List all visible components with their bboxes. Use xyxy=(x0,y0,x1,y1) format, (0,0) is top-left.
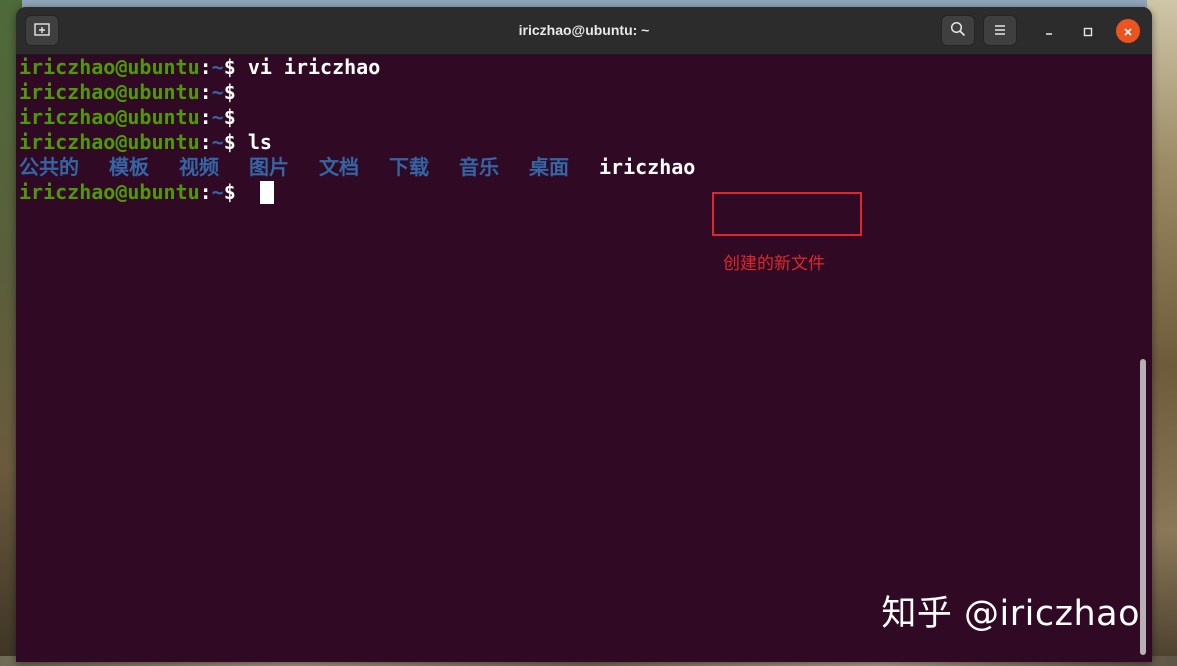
close-icon xyxy=(1123,22,1133,41)
scrollbar[interactable] xyxy=(1140,359,1146,655)
maximize-button[interactable] xyxy=(1076,19,1100,43)
close-button[interactable] xyxy=(1116,19,1140,43)
terminal-line: iriczhao@ubuntu:~$ vi iriczhao xyxy=(19,55,1129,80)
prompt-user-host: iriczhao@ubuntu xyxy=(19,130,200,154)
directory-entry: 下载 xyxy=(389,155,429,179)
prompt-path: ~ xyxy=(211,180,224,204)
prompt-colon: : xyxy=(199,180,212,204)
prompt-colon: : xyxy=(199,130,212,154)
prompt-path: ~ xyxy=(211,130,224,154)
directory-entry: 模板 xyxy=(109,155,149,179)
menu-button[interactable] xyxy=(983,15,1017,46)
search-button[interactable] xyxy=(941,15,975,46)
prompt-user-host: iriczhao@ubuntu xyxy=(19,105,200,129)
prompt-colon: : xyxy=(199,80,212,104)
prompt-symbol: $ xyxy=(223,105,236,129)
ls-output-line: 公共的 模板 视频 图片 文档 下载 音乐 桌面 iriczhao xyxy=(19,155,1129,180)
title-bar: iriczhao@ubuntu: ~ xyxy=(16,7,1152,55)
command-text: ls xyxy=(247,130,272,154)
directory-entry: 桌面 xyxy=(529,155,569,179)
terminal-output[interactable]: iriczhao@ubuntu:~$ vi iriczhao iriczhao@… xyxy=(19,55,1129,660)
prompt-user-host: iriczhao@ubuntu xyxy=(19,80,200,104)
watermark: 知乎 @iriczhao xyxy=(881,594,1140,634)
directory-entry: 文档 xyxy=(319,155,359,179)
directory-entry: 音乐 xyxy=(459,155,499,179)
search-icon xyxy=(950,21,966,41)
terminal-line: iriczhao@ubuntu:~$ xyxy=(19,80,1129,105)
prompt-path: ~ xyxy=(211,80,224,104)
directory-entry: 视频 xyxy=(179,155,219,179)
annotation-highlight-box xyxy=(712,192,862,236)
annotation-label: 创建的新文件 xyxy=(723,254,825,274)
minimize-icon xyxy=(1044,22,1054,41)
prompt-symbol: $ xyxy=(223,55,248,79)
prompt-user-host: iriczhao@ubuntu xyxy=(19,180,200,204)
prompt-path: ~ xyxy=(211,55,224,79)
command-text: vi iriczhao xyxy=(247,55,381,79)
maximize-icon xyxy=(1083,22,1093,41)
terminal-line: iriczhao@ubuntu:~$ xyxy=(19,105,1129,130)
prompt-colon: : xyxy=(199,105,212,129)
file-entry: iriczhao xyxy=(599,155,696,179)
minimize-button[interactable] xyxy=(1037,19,1061,43)
prompt-symbol: $ xyxy=(223,130,248,154)
prompt-symbol: $ xyxy=(223,80,236,104)
terminal-line: iriczhao@ubuntu:~$ ls xyxy=(19,130,1129,155)
directory-entry: 图片 xyxy=(249,155,289,179)
prompt-colon: : xyxy=(199,55,212,79)
window-title: iriczhao@ubuntu: ~ xyxy=(518,22,650,38)
prompt-user-host: iriczhao@ubuntu xyxy=(19,55,200,79)
terminal-window: iriczhao@ubuntu: ~ iriczhao@ubuntu:~$ vi… xyxy=(16,7,1152,662)
prompt-symbol: $ xyxy=(223,180,248,204)
directory-entry: 公共的 xyxy=(19,155,79,179)
hamburger-menu-icon xyxy=(993,21,1007,40)
prompt-path: ~ xyxy=(211,105,224,129)
active-prompt-line: iriczhao@ubuntu:~$ xyxy=(19,180,1129,205)
text-cursor xyxy=(259,181,274,204)
